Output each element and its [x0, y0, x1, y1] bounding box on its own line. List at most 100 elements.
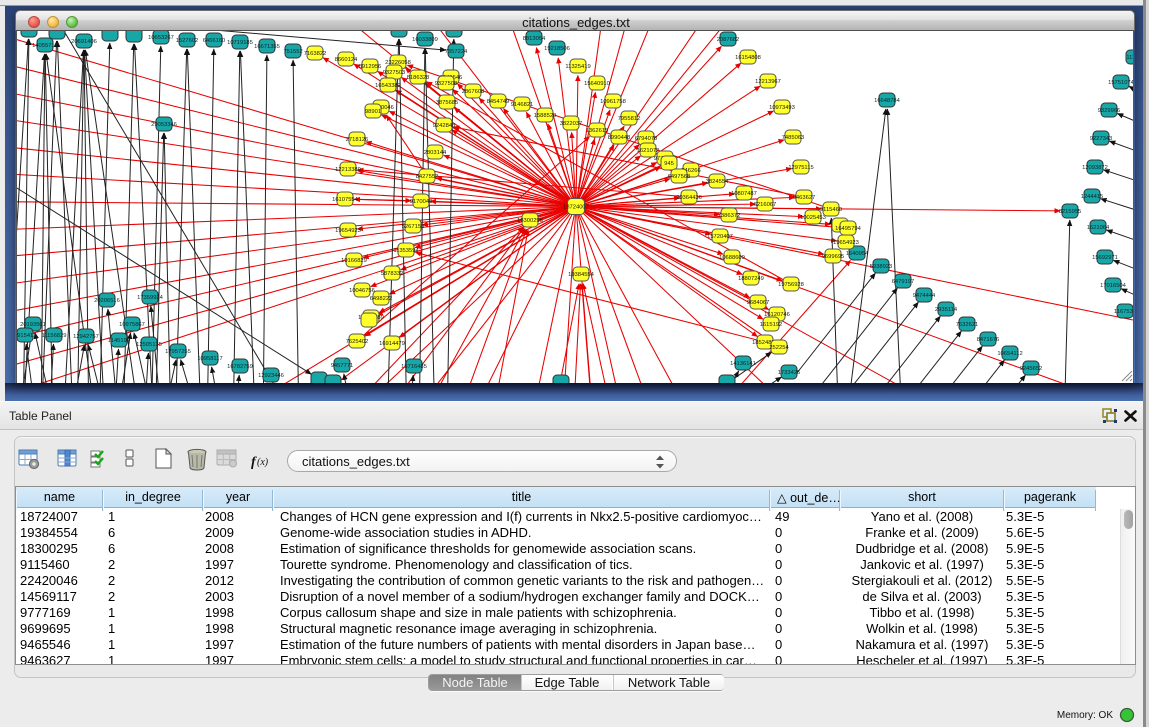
svg-text:2718126: 2718126: [346, 137, 369, 143]
svg-text:18300295: 18300295: [517, 218, 543, 224]
svg-text:6216067: 6216067: [754, 202, 777, 208]
svg-text:10654112: 10654112: [997, 351, 1022, 357]
svg-text:6794078: 6794078: [635, 136, 658, 142]
svg-text:3875685: 3875685: [436, 100, 459, 106]
svg-text:16495794: 16495794: [835, 226, 862, 232]
svg-text:8471676: 8471676: [977, 337, 1000, 343]
svg-text:7625402: 7625402: [346, 339, 369, 345]
svg-text:16543382: 16543382: [375, 83, 401, 89]
svg-text:7163822: 7163822: [304, 51, 327, 57]
svg-text:1167533: 1167533: [1114, 309, 1134, 315]
svg-text:16033809: 16033809: [412, 37, 438, 43]
svg-text:16648784: 16648784: [874, 98, 901, 104]
svg-text:9329966: 9329966: [1098, 108, 1121, 114]
svg-text:5878332: 5878332: [381, 271, 404, 277]
svg-text:8186328: 8186328: [407, 75, 430, 81]
svg-text:3915411: 3915411: [17, 333, 36, 339]
svg-text:2803144: 2803144: [424, 150, 447, 156]
svg-text:8990448: 8990448: [608, 135, 631, 141]
svg-text:1621064: 1621064: [1087, 225, 1110, 231]
svg-text:11353594: 11353594: [393, 248, 419, 254]
svg-text:1615192: 1615192: [760, 322, 783, 328]
svg-text:19654923: 19654923: [335, 228, 361, 234]
svg-text:14055714: 14055714: [32, 43, 59, 49]
svg-text:19384554: 19384554: [568, 272, 595, 278]
svg-text:3822037: 3822037: [560, 121, 583, 127]
svg-text:2935114: 2935114: [935, 307, 958, 313]
svg-text:98901: 98901: [365, 109, 381, 115]
svg-text:10961758: 10961758: [600, 99, 626, 105]
svg-text:9457771: 9457771: [331, 363, 354, 369]
svg-text:19166829: 19166829: [341, 258, 367, 264]
svg-text:7485063: 7485063: [782, 135, 805, 141]
svg-text:8912956: 8912956: [359, 64, 382, 70]
svg-text:20364436: 20364436: [676, 195, 702, 201]
svg-text:15640910: 15640910: [584, 81, 610, 87]
svg-text:14136141: 14136141: [730, 361, 756, 367]
svg-text:15716485: 15716485: [401, 364, 427, 370]
svg-text:1733426: 1733426: [778, 370, 801, 376]
svg-text:20193501: 20193501: [20, 322, 46, 328]
svg-text:18807249: 18807249: [738, 276, 764, 282]
svg-text:1588520: 1588520: [534, 113, 557, 119]
svg-text:1527602: 1527602: [176, 38, 199, 44]
svg-text:1145194: 1145194: [108, 338, 131, 344]
svg-text:9474444: 9474444: [913, 293, 936, 299]
svg-text:10688609: 10688609: [719, 255, 745, 261]
svg-text:10958117: 10958117: [197, 356, 222, 362]
svg-text:2087682: 2087682: [717, 37, 740, 43]
svg-text:15720407: 15720407: [707, 234, 733, 240]
svg-text:9327503: 9327503: [383, 70, 406, 76]
svg-text:10719185: 10719185: [227, 40, 253, 46]
svg-text:5267150: 5267150: [402, 224, 425, 230]
svg-text:6497568: 6497568: [668, 174, 691, 180]
svg-text:15692971: 15692971: [1092, 255, 1118, 261]
svg-text:6466160: 6466160: [203, 38, 226, 44]
svg-text:10973493: 10973493: [769, 105, 795, 111]
svg-text:9170048: 9170048: [410, 199, 433, 205]
svg-text:16107554: 16107554: [332, 197, 359, 203]
svg-text:19218506: 19218506: [544, 46, 570, 52]
svg-text:15751074: 15751074: [1108, 80, 1134, 86]
svg-text:7632621: 7632621: [956, 322, 979, 328]
svg-text:8813054: 8813054: [523, 36, 546, 42]
svg-text:11325419: 11325419: [565, 64, 590, 70]
svg-text:17359924: 17359924: [137, 295, 164, 301]
svg-text:12923446: 12923446: [258, 373, 284, 379]
svg-text:9242848: 9242848: [433, 123, 456, 129]
svg-text:7357224: 7357224: [445, 49, 468, 55]
svg-text:1640954: 1640954: [846, 251, 869, 257]
svg-text:19756928: 19756928: [778, 282, 804, 288]
svg-text:751552: 751552: [283, 49, 302, 55]
svg-text:12213389: 12213389: [335, 167, 361, 173]
svg-text:8427552: 8427552: [416, 174, 439, 180]
svg-text:11127: 11127: [1126, 55, 1134, 61]
svg-text:10653267: 10653267: [148, 35, 174, 41]
svg-text:9327508: 9327508: [435, 81, 458, 87]
svg-text:12942757: 12942757: [73, 334, 99, 340]
svg-text:7386372: 7386372: [718, 213, 741, 219]
svg-text:9146821: 9146821: [511, 102, 534, 108]
svg-text:10046756: 10046756: [349, 288, 375, 294]
svg-text:12975115: 12975115: [788, 165, 813, 171]
svg-text:6479197: 6479197: [892, 279, 915, 285]
svg-text:3824554: 3824554: [706, 179, 729, 185]
svg-text:8454749: 8454749: [487, 99, 510, 105]
svg-text:17957255: 17957255: [165, 349, 191, 355]
svg-text:1621072: 1621072: [637, 148, 660, 154]
svg-text:2867608: 2867608: [462, 89, 485, 95]
svg-text:11156829: 11156829: [42, 333, 67, 339]
svg-text:8215955: 8215955: [1059, 209, 1082, 215]
svg-text:9699695: 9699695: [822, 254, 845, 260]
svg-text:16782759: 16782759: [227, 364, 253, 370]
svg-text:10807487: 10807487: [731, 191, 757, 197]
svg-text:(x): (x): [257, 457, 269, 468]
svg-text:5938923: 5938923: [870, 264, 893, 270]
svg-text:945: 945: [664, 161, 674, 167]
svg-text:20691406: 20691406: [71, 39, 97, 45]
svg-text:12093872: 12093872: [1082, 165, 1108, 171]
svg-text:9684067: 9684067: [747, 300, 770, 306]
svg-text:9227343: 9227343: [1090, 136, 1113, 142]
svg-text:6498222: 6498222: [370, 296, 393, 302]
svg-text:19654923: 19654923: [833, 240, 859, 246]
